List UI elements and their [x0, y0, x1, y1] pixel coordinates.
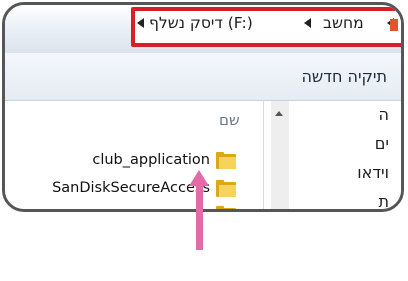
column-header-name[interactable]: שם	[219, 111, 279, 129]
folder-icon	[216, 151, 236, 169]
file-name: SanDiskSecureAccess	[52, 180, 210, 196]
pointer-arrow	[196, 183, 203, 250]
breadcrumb-label: דיסק נשלף (F:)	[149, 14, 253, 32]
nav-item[interactable]: ת	[378, 192, 389, 209]
folder-icon	[216, 179, 236, 197]
command-bar: תיקיה חדשה	[5, 53, 401, 101]
breadcrumb-computer[interactable]: מחשב	[323, 12, 364, 34]
nav-scrollbar[interactable]	[271, 101, 289, 209]
pane-divider[interactable]	[263, 101, 264, 209]
breadcrumb-label: מחשב	[323, 14, 364, 32]
file-list: שם club_application SanDiskSecureAccess	[5, 101, 279, 209]
computer-icon	[390, 19, 398, 31]
window-chrome: דיסק נשלף (F:) מחשב	[5, 5, 401, 54]
address-dropdown-arrow[interactable]	[137, 18, 144, 28]
content-area: שם club_application SanDiskSecureAccess …	[5, 101, 401, 209]
nav-item[interactable]: וידאו	[357, 163, 389, 182]
file-name: club_application	[92, 152, 210, 168]
list-item[interactable]	[210, 203, 236, 209]
scroll-up-arrow-icon[interactable]	[275, 111, 283, 116]
nav-item[interactable]: ה	[379, 105, 389, 124]
breadcrumb-separator-icon[interactable]	[304, 18, 311, 28]
nav-item[interactable]: ים	[375, 134, 389, 153]
navigation-pane: ה ים וידאו ת	[290, 101, 401, 209]
new-folder-button[interactable]: תיקיה חדשה	[301, 67, 387, 86]
breadcrumb-removable-disk[interactable]: דיסק נשלף (F:)	[149, 12, 253, 34]
folder-icon	[216, 205, 236, 209]
list-item[interactable]: club_application	[92, 149, 236, 171]
